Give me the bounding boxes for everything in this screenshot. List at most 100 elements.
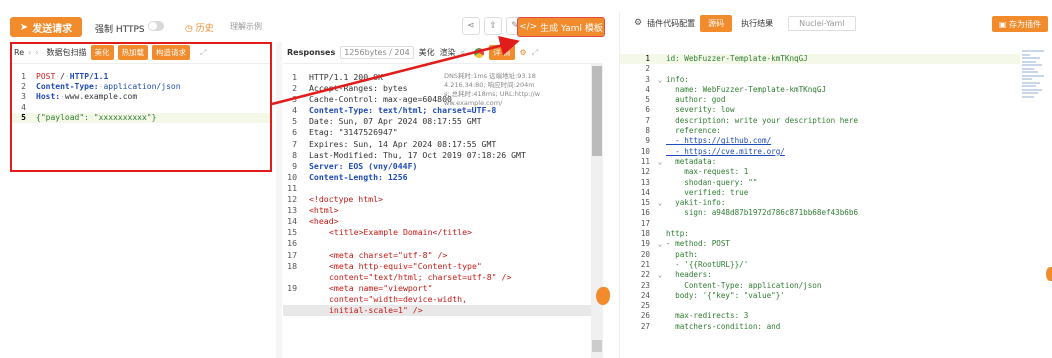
tab-source[interactable]: 源码 (700, 14, 733, 32)
line-number: 9 (292, 160, 297, 171)
code-line: 4 name: WebFuzzer-Template-kmTKnqGJ (620, 85, 1020, 95)
code-line: 8 reference: (620, 126, 1020, 136)
yaml-line: yakit-info: (666, 198, 726, 208)
understand-example-link[interactable]: 理解示例 (230, 21, 262, 32)
code-line: 25 (620, 301, 1020, 311)
code-line: 1 id: WebFuzzer-Template-kmTKnqGJ (620, 54, 1020, 65)
code-line: 21 - '{{RootURL}}/' (620, 260, 1020, 270)
yaml-line: - '{{RootURL}}/' (666, 259, 749, 269)
response-scrollbar-thumb-bottom[interactable] (592, 340, 602, 352)
code-line: 14 <head> (283, 216, 603, 227)
code-line: 18 <meta http-equiv="Content-type" (283, 261, 603, 272)
line-number: 24 (640, 290, 650, 300)
search-icon[interactable]: ⌕ (461, 48, 465, 58)
code-line: 2 Accept-Ranges: bytes (283, 83, 603, 94)
yaml-link-line[interactable]: - https://cve.mitre.org/ (666, 147, 785, 157)
header-line: Etag: "3147526947" (309, 127, 398, 138)
generate-yaml-template-button[interactable]: </> 生成 Yaml 模板 (517, 17, 605, 37)
code-line: 11 ⌄ metadata: (620, 157, 1020, 167)
line-number: 18 (287, 260, 297, 271)
history-button[interactable]: ◷ 历史 (185, 21, 214, 34)
fold-chevron-icon[interactable]: ⌄ (654, 270, 666, 280)
yaml-line: matchers-condition: and (666, 321, 781, 331)
line-number: 18 (640, 229, 650, 239)
line-number: 15 (640, 198, 650, 208)
yaml-line: path: (666, 249, 699, 259)
code-line: 8 Last-Modified: Thu, 17 Oct 2019 07:18:2… (283, 150, 603, 161)
line-number (283, 305, 309, 316)
tab-result[interactable]: 执行结果 (737, 15, 777, 32)
fold-chevron-icon[interactable]: ⌄ (654, 75, 666, 85)
export-icon[interactable]: ⇧ (484, 17, 502, 35)
line-number: 5 (292, 116, 297, 127)
html-line: initial-scale=1" /> (329, 304, 423, 315)
code-line: 5 Date: Sun, 07 Apr 2024 08:17:55 GMT (283, 116, 603, 127)
share-icon[interactable]: ⋖ (462, 17, 480, 35)
yaml-editor[interactable]: 1 id: WebFuzzer-Template-kmTKnqGJ 2 3 ⌄ inf… (620, 54, 1020, 332)
response-meta-tooltip: DNS耗时:1ms 远端地址:93.18 4.216.34:80; 响应时间:2… (444, 72, 554, 108)
code-icon: </> (519, 22, 541, 32)
line-number: 25 (640, 301, 650, 311)
line-number: 5 (645, 95, 650, 105)
html-line: content="width=device-width, (329, 293, 468, 304)
html-line: <!doctype html> (309, 194, 383, 205)
force-https-label: 强制 HTTPS (95, 25, 145, 35)
line-number: 17 (287, 249, 297, 260)
line-number: 10 (287, 171, 297, 182)
yaml-line: severity: low (666, 105, 735, 115)
code-line: 3 Cache-Control: max-age=604800 (283, 94, 603, 105)
code-line: 15 <title>Example Domain</title> (283, 227, 603, 238)
code-line: 5 author: god (620, 95, 1020, 105)
fold-chevron-icon[interactable]: ⌄ (654, 198, 666, 208)
header-line: Server: EOS (vny/044F) (309, 160, 418, 171)
response-beautify-button[interactable]: 美化 (419, 47, 435, 58)
yaml-line: sign: a948d87b1972d786c871bb68ef43b6b6 (666, 208, 859, 218)
yaml-line: max-redirects: 3 (666, 311, 749, 321)
panel-divider[interactable] (276, 42, 282, 358)
code-line: 1 HTTP/1.1 200 OK (283, 72, 603, 83)
line-number: 12 (640, 167, 650, 177)
detail-button[interactable]: 详 情 (489, 45, 515, 60)
line-number: 22 (640, 270, 650, 280)
settings-icon[interactable]: ⚙ (520, 48, 527, 57)
header-line: Last-Modified: Thu, 17 Oct 2019 07:18:26… (309, 149, 526, 160)
header-line: Date: Sun, 07 Apr 2024 08:17:55 GMT (309, 116, 482, 127)
yaml-line: headers: (666, 270, 712, 280)
fold-chevron-icon[interactable]: ⌄ (654, 157, 666, 167)
request-highlight-box (10, 42, 272, 172)
code-line: 18 http: (620, 229, 1020, 239)
yaml-line: verified: true (666, 187, 749, 197)
code-minimap[interactable] (1022, 50, 1048, 120)
response-scrollbar-thumb[interactable] (592, 66, 602, 156)
response-render-button[interactable]: 渲染 (440, 47, 456, 58)
tab-nuclei-yaml[interactable]: Nuclei-Yaml (788, 15, 856, 31)
fold-chevron-icon[interactable]: ⌄ (654, 239, 666, 249)
line-number: 11 (287, 182, 297, 193)
code-line: 16 sign: a948d87b1972d786c871bb68ef43b6b… (620, 208, 1020, 218)
line-number: 16 (287, 238, 297, 249)
code-line: 23 Content-Type: application/json (620, 281, 1020, 291)
gear-icon: ⚙ (634, 18, 643, 28)
line-number: 16 (640, 208, 650, 218)
line-number: 1 (645, 54, 650, 63)
force-https-toggle[interactable] (148, 21, 164, 31)
yaml-line: http: (666, 229, 689, 239)
line-number: 3 (292, 94, 297, 105)
response-editor[interactable]: 1 HTTP/1.1 200 OK 2 Accept-Ranges: bytes 3… (283, 72, 603, 317)
line-number: 6 (645, 105, 650, 115)
save-as-plugin-label: 存为插件 (1009, 19, 1042, 29)
save-as-plugin-button[interactable]: ▣ 存为插件 (992, 16, 1048, 32)
line-number (283, 294, 309, 305)
code-line: 27 matchers-condition: and (620, 322, 1020, 332)
line-number: 3 (645, 74, 650, 84)
chrome-icon[interactable] (474, 47, 485, 58)
expand-icon[interactable]: ⤢ (532, 48, 538, 58)
meta-line: DNS耗时:1ms 远端地址:93.18 (444, 72, 536, 80)
send-request-button[interactable]: ➤ 发送请求 (10, 17, 82, 37)
history-label: 历史 (195, 24, 214, 34)
mascot-icon (1046, 267, 1052, 281)
yaml-link-line[interactable]: - https://github.com/ (666, 136, 771, 146)
yaml-line: reference: (666, 126, 721, 136)
code-line: 7 Expires: Sun, 14 Apr 2024 08:17:55 GMT (283, 139, 603, 150)
code-line: 9 - https://github.com/ (620, 136, 1020, 146)
